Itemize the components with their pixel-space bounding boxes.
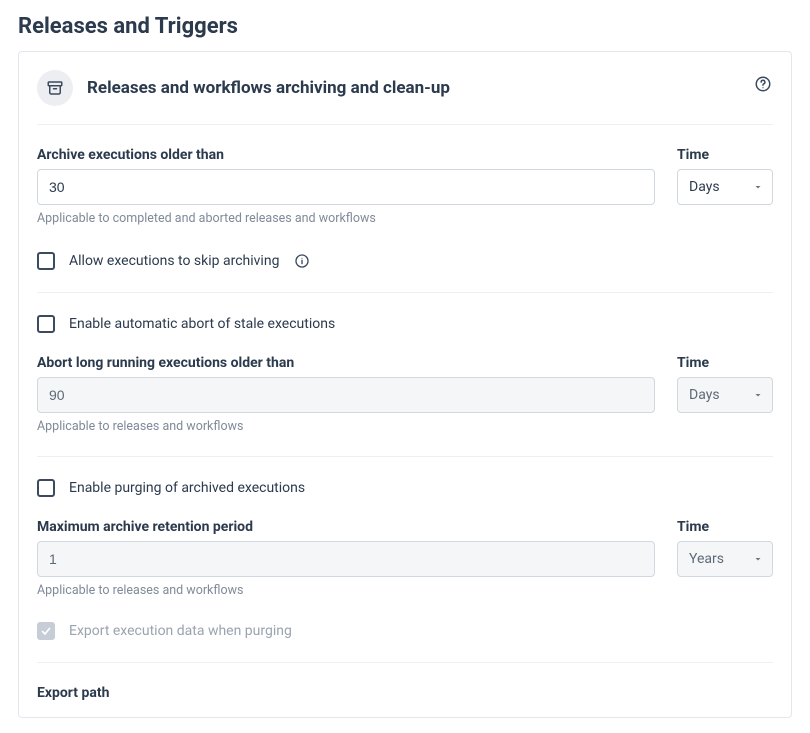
settings-card: Releases and workflows archiving and cle… [18, 51, 792, 718]
archive-block: Archive executions older than Applicable… [37, 125, 773, 293]
help-icon[interactable] [753, 74, 773, 94]
archive-icon [37, 70, 73, 106]
skip-archiving-checkbox[interactable] [37, 252, 55, 270]
abort-long-label: Abort long running executions older than [37, 355, 655, 371]
auto-abort-checkbox[interactable] [37, 315, 55, 333]
auto-abort-block: Enable automatic abort of stale executio… [37, 293, 773, 457]
archive-time-value: Days [689, 179, 720, 195]
abort-long-time-value: Days [689, 387, 720, 403]
archive-time-select[interactable]: Days [677, 169, 773, 205]
export-on-purge-label: Export execution data when purging [69, 623, 292, 639]
page-title: Releases and Triggers [18, 14, 792, 39]
check-icon [40, 625, 52, 637]
retention-time-select: Years [677, 541, 773, 577]
chevron-down-icon [752, 181, 764, 193]
auto-abort-label: Enable automatic abort of stale executio… [69, 316, 335, 332]
purge-label: Enable purging of archived executions [69, 480, 305, 496]
retention-time-label: Time [677, 519, 773, 535]
section-header: Releases and workflows archiving and cle… [37, 70, 773, 125]
retention-time-value: Years [689, 551, 724, 567]
export-on-purge-checkbox [37, 622, 55, 640]
chevron-down-icon [752, 389, 764, 401]
export-on-purge-row: Export execution data when purging [37, 622, 773, 640]
export-path-block: Export path [37, 663, 773, 717]
export-path-label: Export path [37, 685, 773, 701]
purge-checkbox[interactable] [37, 479, 55, 497]
skip-archiving-row: Allow executions to skip archiving [37, 252, 773, 270]
chevron-down-icon [752, 553, 764, 565]
auto-abort-row: Enable automatic abort of stale executio… [37, 315, 773, 333]
skip-archiving-label: Allow executions to skip archiving [69, 253, 279, 269]
section-title: Releases and workflows archiving and cle… [87, 78, 450, 98]
archive-time-label: Time [677, 147, 773, 163]
abort-long-time-select: Days [677, 377, 773, 413]
abort-long-hint: Applicable to releases and workflows [37, 419, 655, 434]
retention-value-input [37, 541, 655, 577]
retention-label: Maximum archive retention period [37, 519, 655, 535]
abort-long-time-label: Time [677, 355, 773, 371]
abort-long-value-input [37, 377, 655, 413]
info-icon[interactable] [293, 252, 311, 270]
archive-hint: Applicable to completed and aborted rele… [37, 211, 655, 226]
archive-label: Archive executions older than [37, 147, 655, 163]
purge-block: Enable purging of archived executions Ma… [37, 457, 773, 663]
purge-row: Enable purging of archived executions [37, 479, 773, 497]
archive-value-input[interactable] [37, 169, 655, 205]
retention-hint: Applicable to releases and workflows [37, 583, 655, 598]
